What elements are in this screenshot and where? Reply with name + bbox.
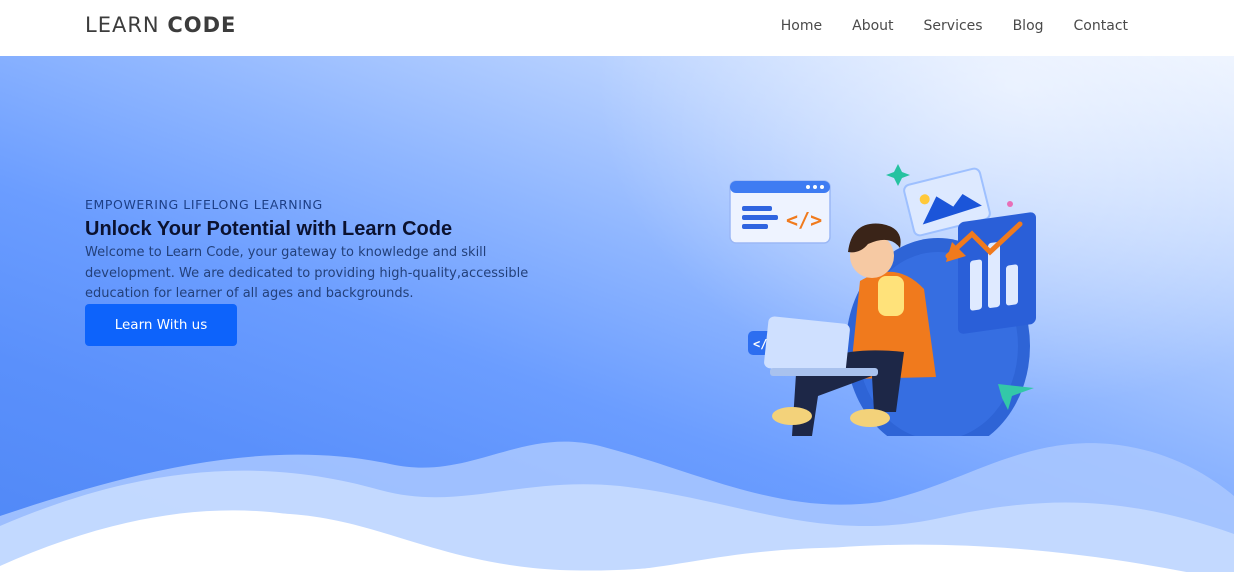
nav-link-blog[interactable]: Blog [1013, 17, 1044, 35]
brand-logo[interactable]: LEARN CODE [85, 12, 236, 38]
nav-link-services[interactable]: Services [924, 17, 983, 35]
top-navbar: LEARN CODE Home About Services Blog Cont… [0, 0, 1234, 56]
nav-link-home[interactable]: Home [781, 17, 822, 35]
svg-text:</>: </> [786, 208, 822, 232]
hero-eyebrow: EMPOWERING LIFELONG LEARNING [85, 197, 323, 212]
hero-title: Unlock Your Potential with Learn Code [85, 218, 453, 240]
code-window-icon: </> [729, 180, 831, 244]
hero-section: EMPOWERING LIFELONG LEARNING Unlock Your… [0, 56, 1234, 572]
learn-with-us-button[interactable]: Learn With us [85, 304, 237, 346]
nav-link-contact[interactable]: Contact [1074, 17, 1128, 35]
main-nav: Home About Services Blog Contact [781, 17, 1128, 35]
nav-link-about[interactable]: About [852, 17, 893, 35]
dot-icon [1007, 201, 1013, 207]
brand-logo-bold: CODE [167, 13, 237, 37]
brand-logo-light: LEARN [85, 13, 160, 37]
student-with-laptop-illustration: </> </> [729, 164, 1036, 436]
sparkle-icon [886, 164, 910, 186]
hero-wave-decoration [0, 441, 1234, 572]
hero-description: Welcome to Learn Code, your gateway to k… [85, 245, 529, 301]
bar-chart-board-icon [945, 212, 1036, 334]
